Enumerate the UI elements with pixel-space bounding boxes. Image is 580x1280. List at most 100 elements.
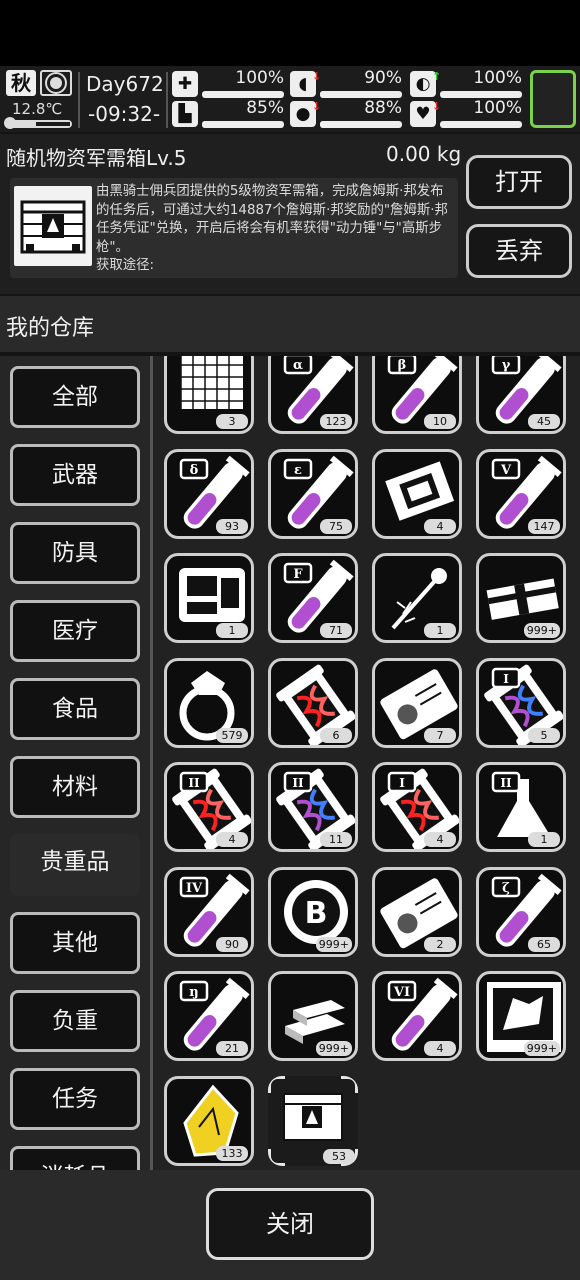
svg-text:IV: IV <box>186 881 203 896</box>
category-tab[interactable]: 任务 <box>10 1068 140 1130</box>
inventory-slot[interactable]: I5 <box>476 657 566 748</box>
warehouse-title: 我的仓库 <box>6 316 95 341</box>
category-list: 全部武器防具医疗食品材料贵重品其他负重任务消耗品 <box>0 356 150 1170</box>
category-tab[interactable]: 其他 <box>10 912 140 974</box>
stat-boot: ▙ 85% <box>172 98 284 128</box>
item-description: 由黑骑士佣兵团提供的5级物资军需箱，完成詹姆斯·邦发布的任务后，可通过大约148… <box>96 183 456 276</box>
top-black-bar <box>0 0 580 66</box>
inventory-slot[interactable]: VI 4 <box>372 971 462 1061</box>
inventory-slot[interactable]: 1 <box>372 553 462 643</box>
inventory-slot[interactable]: 53 <box>268 1075 358 1166</box>
open-button[interactable]: 打开 <box>466 155 572 209</box>
inventory-grid: 3 α 123 β 10 γ 45 δ 93 ε 75 4 V 147 1 F … <box>153 356 580 1170</box>
category-tab[interactable]: 食品 <box>10 678 140 740</box>
item-count: 4 <box>216 832 248 847</box>
category-tab[interactable]: 贵重品 <box>10 834 140 896</box>
svg-text:β: β <box>398 358 407 373</box>
item-count: 1 <box>528 832 560 847</box>
close-button[interactable]: 关闭 <box>206 1188 374 1260</box>
menu-button[interactable] <box>530 70 576 128</box>
category-tab[interactable]: 全部 <box>10 366 140 428</box>
inventory-slot[interactable]: 999+ <box>476 553 566 643</box>
inventory-slot[interactable]: 1 <box>164 553 254 643</box>
svg-text:ζ: ζ <box>502 881 510 896</box>
stat-value: 100% <box>473 98 522 118</box>
svg-text:α: α <box>293 358 303 373</box>
selection-corner <box>268 1148 285 1166</box>
stat-bar <box>202 91 284 98</box>
season-label: 秋 <box>6 70 36 96</box>
item-count: 90 <box>216 936 248 952</box>
item-count: 133 <box>216 1145 248 1161</box>
inventory-slot[interactable]: 999+ <box>268 971 358 1061</box>
stat-value: 85% <box>246 98 284 118</box>
inventory-slot[interactable]: II 4 <box>164 762 254 852</box>
inventory-slot[interactable]: 999+ <box>476 971 566 1061</box>
item-count: 123 <box>320 414 352 429</box>
stat-value: 100% <box>473 68 522 88</box>
item-count: 999+ <box>315 936 352 952</box>
inventory-slot[interactable]: I4 <box>372 762 462 852</box>
inventory-slot[interactable]: β 10 <box>372 356 462 434</box>
inventory-slot[interactable]: ε 75 <box>268 448 358 539</box>
inventory-slot[interactable]: γ 45 <box>476 356 566 434</box>
svg-text:ŋ: ŋ <box>189 985 198 1000</box>
svg-text:δ: δ <box>190 463 199 478</box>
item-count: 7 <box>424 727 456 743</box>
discard-button[interactable]: 丢弃 <box>466 224 572 278</box>
inventory-slot[interactable]: IV 90 <box>164 866 254 957</box>
inventory-slot[interactable]: F 71 <box>268 553 358 643</box>
stat-value: 90% <box>364 68 402 88</box>
svg-text:II: II <box>292 776 304 790</box>
item-weight: 0.00 kg <box>386 142 462 166</box>
item-count: 5 <box>528 727 560 743</box>
category-tab[interactable]: 消耗品 <box>10 1146 140 1170</box>
category-tab[interactable]: 材料 <box>10 756 140 818</box>
category-tab[interactable]: 武器 <box>10 444 140 506</box>
item-count: 45 <box>528 414 560 429</box>
divider <box>78 72 80 128</box>
item-count: 999+ <box>523 623 560 638</box>
inventory-slot[interactable]: 7 <box>372 657 462 748</box>
boot-icon: ▙ <box>172 101 198 127</box>
inventory-slot[interactable]: δ 93 <box>164 448 254 539</box>
item-count: 21 <box>216 1041 248 1056</box>
item-count: 11 <box>320 832 352 847</box>
category-tab[interactable]: 负重 <box>10 990 140 1052</box>
stat-medkit: ✚ 100% <box>172 68 284 98</box>
inventory-slot[interactable]: 2 <box>372 866 462 957</box>
inventory-slot[interactable]: ζ 65 <box>476 866 566 957</box>
svg-text:V: V <box>500 463 512 478</box>
item-count: 4 <box>424 832 456 847</box>
svg-text:II: II <box>500 776 512 790</box>
inventory-slot[interactable]: V 147 <box>476 448 566 539</box>
inventory-slot[interactable]: α 123 <box>268 356 358 434</box>
inventory-slot[interactable]: 3 <box>164 356 254 434</box>
item-count: 4 <box>424 518 456 534</box>
inventory-slot[interactable]: 6 <box>268 657 358 748</box>
inventory-slot[interactable]: 579 <box>164 657 254 748</box>
stat-bar <box>202 121 284 128</box>
item-count: 71 <box>320 623 352 638</box>
trend-arrow-icon: ↓ <box>312 100 322 113</box>
inventory-slot[interactable]: B 999+ <box>268 866 358 957</box>
inventory-slot[interactable]: 4 <box>372 448 462 539</box>
inventory-slot[interactable]: ŋ 21 <box>164 971 254 1061</box>
stat-bar <box>320 121 402 128</box>
item-count: 999+ <box>523 1041 560 1056</box>
item-name: 随机物资军需箱Lv.5 <box>6 146 187 170</box>
inventory-slot[interactable]: II 1 <box>476 762 566 852</box>
category-tab[interactable]: 防具 <box>10 522 140 584</box>
item-count: 579 <box>216 727 248 743</box>
trend-arrow-icon: ↑ <box>432 70 442 83</box>
svg-text:B: B <box>305 896 328 931</box>
inventory-slot[interactable]: II 11 <box>268 762 358 852</box>
category-tab[interactable]: 医疗 <box>10 600 140 662</box>
stat-bar <box>320 91 402 98</box>
svg-text:VI: VI <box>393 985 410 1000</box>
stat-bar <box>440 121 522 128</box>
inventory-slot[interactable]: 133 <box>164 1075 254 1166</box>
item-count: 2 <box>424 936 456 952</box>
item-count: 999+ <box>315 1041 352 1056</box>
stat-water-drop: ● ↓ 88% <box>290 98 402 128</box>
